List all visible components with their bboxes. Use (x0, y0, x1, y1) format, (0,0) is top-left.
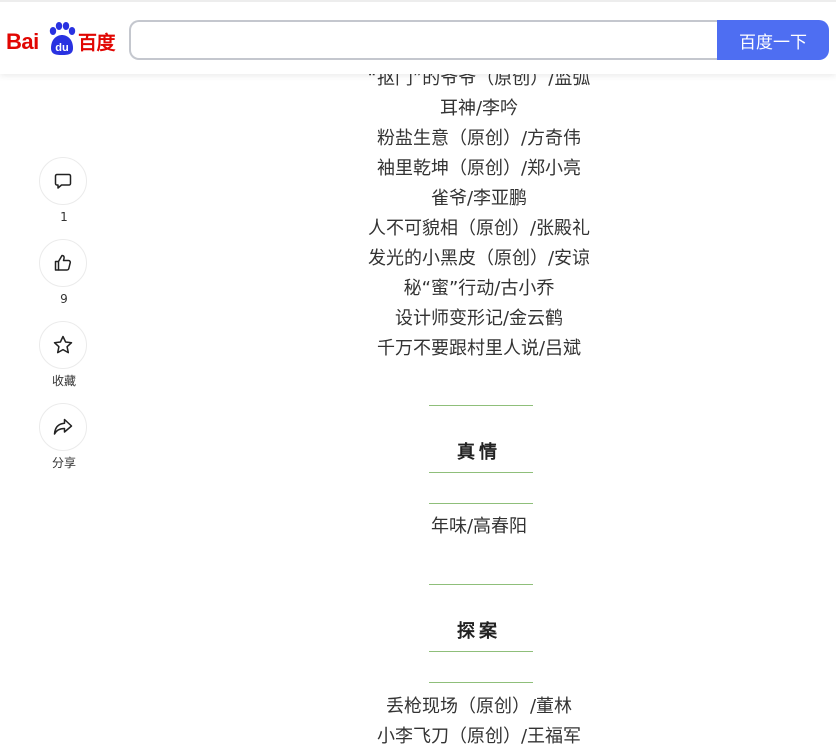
section-divider (429, 405, 533, 406)
paw-icon: du (49, 22, 76, 55)
share-label: 分享 (51, 456, 76, 470)
section-title-zhenqing: 真情 (457, 442, 501, 463)
list-item: 发光的小黑皮（原创）/安谅 (367, 248, 591, 269)
like-action[interactable]: 9 (39, 239, 89, 306)
favorite-button[interactable] (39, 321, 87, 369)
list-item: 秘“蜜”行动/古小乔 (403, 278, 555, 299)
list-item: 人不可貌相（原创）/张殿礼 (367, 218, 591, 239)
thumbs-up-icon (54, 254, 71, 271)
favorite-action[interactable]: 收藏 (39, 321, 89, 388)
section-divider (429, 584, 533, 585)
comment-action[interactable]: 1 (39, 157, 89, 224)
share-button[interactable] (39, 403, 87, 451)
search-button[interactable]: 百度一下 (717, 20, 829, 60)
logo-text-bai: Bai (6, 29, 39, 54)
comment-button[interactable] (39, 157, 87, 205)
list-item: 耳神/李吟 (439, 98, 519, 119)
list-item: 小李飞刀（原创）/王福军 (376, 726, 582, 747)
logo-text-cn: 百度 (78, 33, 116, 54)
search-box[interactable] (129, 20, 719, 60)
list-item: 粉盐生意（原创）/方奇伟 (376, 128, 582, 149)
logo-text-du: du (55, 42, 68, 54)
list-item: 雀爷/李亚鹏 (430, 188, 528, 209)
star-icon (53, 335, 73, 354)
search-input[interactable] (131, 22, 719, 58)
list-item: 丢枪现场（原创）/董林 (385, 696, 573, 717)
section-divider (429, 503, 533, 504)
section-divider (429, 651, 533, 652)
section-divider (429, 472, 533, 473)
like-count: 9 (60, 292, 68, 306)
section-title-tanan: 探案 (457, 621, 501, 642)
section-divider (429, 682, 533, 683)
top-bar: Bai du 百度 百度一下 (0, 0, 836, 74)
share-icon (53, 418, 73, 435)
list-item: 年味/高春阳 (430, 516, 528, 537)
comment-icon (54, 173, 72, 189)
comment-count: 1 (60, 210, 68, 224)
favorite-label: 收藏 (51, 374, 76, 388)
list-item: 设计师变形记/金云鹤 (394, 308, 564, 329)
list-item: 袖里乾坤（原创）/郑小亮 (376, 158, 582, 179)
list-item: 千万不要跟村里人说/吕斌 (376, 338, 582, 359)
share-action[interactable]: 分享 (39, 403, 89, 470)
baidu-logo[interactable]: Bai du 百度 (6, 22, 116, 58)
like-button[interactable] (39, 239, 87, 287)
